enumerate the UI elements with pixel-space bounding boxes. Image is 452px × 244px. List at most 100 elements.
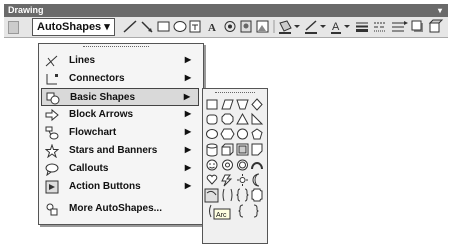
clip-art-icon[interactable] bbox=[240, 20, 252, 33]
stars-banners-icon bbox=[45, 144, 59, 158]
menu-item-label: Connectors bbox=[69, 73, 125, 84]
action-buttons-icon bbox=[45, 180, 59, 194]
sun-shape-icon[interactable] bbox=[237, 174, 248, 186]
menu-item-more-autoshapes[interactable]: More AutoShapes... bbox=[41, 200, 199, 218]
submenu-arrow-icon: ▶ bbox=[184, 55, 191, 64]
oval-icon[interactable] bbox=[173, 21, 187, 32]
line-color-icon[interactable] bbox=[305, 20, 317, 34]
flowchart-icon bbox=[45, 126, 59, 140]
arrow-style-icon[interactable] bbox=[392, 21, 408, 32]
3d-style-icon[interactable] bbox=[428, 19, 444, 33]
submenu-arrow-icon: ▶ bbox=[184, 145, 191, 154]
menu-drag-handle[interactable] bbox=[83, 46, 149, 49]
menu-item-basic-shapes[interactable]: Basic Shapes ▶ bbox=[41, 88, 199, 106]
autoshapes-button[interactable]: AutoShapes ▾ bbox=[32, 18, 115, 36]
plaque-shape-icon[interactable] bbox=[251, 188, 263, 202]
rectangle-shape-icon[interactable] bbox=[206, 99, 218, 110]
menu-item-stars-and-banners[interactable]: Stars and Banners ▶ bbox=[41, 142, 199, 160]
fill-color-dropdown-icon[interactable] bbox=[294, 25, 300, 28]
font-color-dropdown-icon[interactable] bbox=[344, 25, 350, 28]
menu-item-connectors[interactable]: Connectors ▶ bbox=[41, 70, 199, 88]
diamond-shape-icon[interactable] bbox=[251, 98, 263, 111]
submenu-arrow-icon: ▶ bbox=[183, 92, 190, 101]
basic-shapes-palette: Arc bbox=[202, 88, 268, 244]
arrow-icon[interactable] bbox=[141, 21, 153, 33]
cube-shape-icon[interactable] bbox=[221, 143, 234, 156]
right-brace-shape-icon[interactable] bbox=[253, 204, 259, 218]
no-symbol-shape-icon[interactable] bbox=[237, 159, 248, 171]
dash-style-icon[interactable] bbox=[374, 22, 386, 32]
oval-shape-icon[interactable] bbox=[206, 129, 218, 139]
block-arrows-icon bbox=[45, 108, 59, 122]
rectangle-icon[interactable] bbox=[157, 21, 170, 32]
autoshapes-menu: Lines ▶ Connectors ▶ Basic Shapes ▶ Bloc… bbox=[38, 43, 204, 225]
wordart-icon[interactable]: A bbox=[208, 22, 216, 34]
shadow-style-icon[interactable] bbox=[411, 20, 423, 32]
text-box-icon[interactable] bbox=[189, 20, 201, 33]
pentagon-shape-icon[interactable] bbox=[251, 128, 263, 140]
drawing-toolbar-titlebar: Drawing ▾ bbox=[4, 4, 448, 17]
menu-item-block-arrows[interactable]: Block Arrows ▶ bbox=[41, 106, 199, 124]
left-bracket-shape-icon[interactable] bbox=[209, 204, 212, 218]
double-brace-shape-icon[interactable] bbox=[236, 188, 249, 202]
diagram-icon[interactable] bbox=[224, 21, 236, 32]
submenu-arrow-icon: ▶ bbox=[184, 127, 191, 136]
block-arc-shape-icon[interactable] bbox=[251, 162, 263, 170]
submenu-arrow-icon: ▶ bbox=[184, 181, 191, 190]
menu-item-label: Flowchart bbox=[69, 127, 117, 138]
svg-text:A: A bbox=[332, 21, 340, 33]
hexagon-shape-icon[interactable] bbox=[220, 128, 235, 140]
left-brace-shape-icon[interactable] bbox=[238, 204, 244, 218]
toolbar-title: Drawing bbox=[8, 5, 44, 15]
fill-color-icon[interactable] bbox=[279, 20, 292, 34]
arc-shape-icon[interactable] bbox=[204, 188, 219, 203]
folded-corner-shape-icon[interactable] bbox=[251, 143, 263, 156]
menu-item-label: Callouts bbox=[69, 163, 109, 174]
toolbar-options-icon[interactable]: ▾ bbox=[438, 4, 442, 17]
basic-shapes-icon bbox=[46, 92, 60, 105]
octagon-shape-icon[interactable] bbox=[221, 113, 234, 125]
menu-item-action-buttons[interactable]: Action Buttons ▶ bbox=[41, 178, 199, 196]
submenu-arrow-icon: ▶ bbox=[184, 163, 191, 172]
menu-item-callouts[interactable]: Callouts ▶ bbox=[41, 160, 199, 178]
trapezoid-shape-icon[interactable] bbox=[236, 99, 249, 110]
bevel-shape-icon[interactable] bbox=[236, 143, 249, 156]
menu-item-label: Stars and Banners bbox=[69, 145, 158, 156]
toolbar-grip[interactable] bbox=[8, 21, 19, 34]
cross-shape-icon[interactable] bbox=[237, 128, 248, 140]
donut-shape-icon[interactable] bbox=[222, 159, 233, 171]
menu-item-label: Basic Shapes bbox=[70, 92, 136, 103]
toolbar-icons: A A bbox=[122, 18, 444, 35]
parallelogram-shape-icon[interactable] bbox=[221, 99, 234, 110]
menu-item-flowchart[interactable]: Flowchart ▶ bbox=[41, 124, 199, 142]
lightning-bolt-shape-icon[interactable] bbox=[221, 174, 233, 187]
moon-shape-icon[interactable] bbox=[252, 173, 260, 187]
smiley-face-shape-icon[interactable] bbox=[206, 159, 218, 171]
line-style-icon[interactable] bbox=[356, 22, 368, 32]
rounded-rectangle-shape-icon[interactable] bbox=[206, 114, 218, 125]
menu-item-label: Block Arrows bbox=[69, 109, 134, 120]
menu-item-label: Lines bbox=[69, 55, 96, 66]
arc-label-tooltip: Arc bbox=[213, 208, 231, 220]
svg-text:A: A bbox=[208, 22, 216, 34]
menu-item-label: Action Buttons bbox=[69, 181, 141, 192]
line-color-dropdown-icon[interactable] bbox=[320, 25, 326, 28]
menu-item-lines[interactable]: Lines ▶ bbox=[41, 52, 199, 70]
submenu-arrow-icon: ▶ bbox=[184, 109, 191, 118]
drawing-toolbar: AutoShapes ▾ A A bbox=[4, 17, 448, 38]
can-shape-icon[interactable] bbox=[206, 143, 218, 157]
autoshapes-label: AutoShapes bbox=[37, 21, 102, 33]
line-icon[interactable] bbox=[123, 20, 137, 33]
double-bracket-shape-icon[interactable] bbox=[222, 188, 233, 202]
submenu-arrow-icon: ▶ bbox=[184, 73, 191, 82]
heart-shape-icon[interactable] bbox=[206, 174, 218, 185]
picture-icon[interactable] bbox=[256, 20, 269, 33]
connectors-icon bbox=[46, 74, 58, 85]
triangle-shape-icon[interactable] bbox=[236, 112, 249, 125]
lines-icon bbox=[45, 55, 58, 67]
more-autoshapes-icon bbox=[46, 203, 58, 216]
menu-item-label: More AutoShapes... bbox=[69, 203, 162, 214]
arc-label: Arc bbox=[216, 212, 227, 219]
right-triangle-shape-icon[interactable] bbox=[251, 112, 264, 125]
font-color-icon[interactable]: A bbox=[331, 21, 341, 34]
